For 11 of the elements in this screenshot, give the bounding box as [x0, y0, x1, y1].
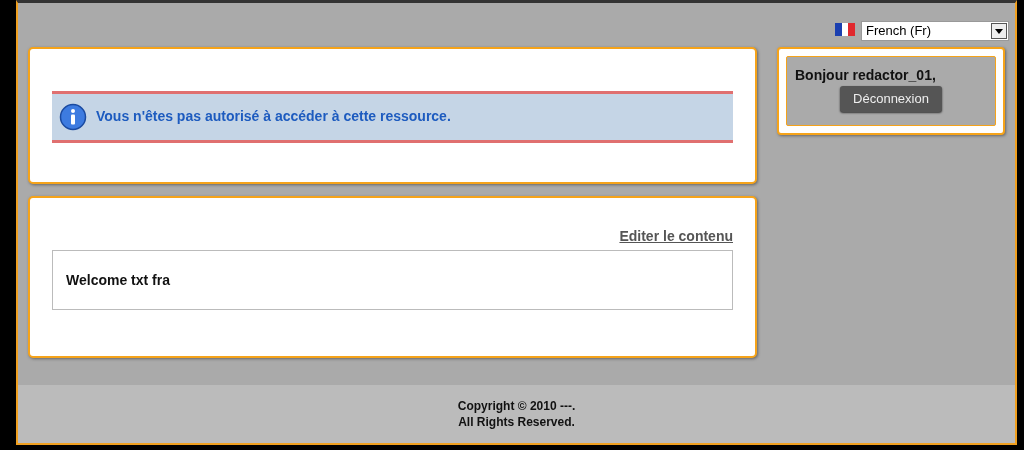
caret-icon [995, 28, 1003, 34]
copyright-text: All Rights Reserved. [458, 414, 575, 430]
info-icon [59, 102, 87, 131]
greeting-text: Bonjour redactor_01, [795, 66, 937, 85]
language-dropdown[interactable]: French (Fr) [861, 21, 1009, 41]
copyright-text: Copyright © 2010 ---. [457, 398, 576, 414]
edit-content-link[interactable]: Editer le contenu [619, 226, 733, 247]
logout-button[interactable]: Déconnexion [840, 86, 942, 112]
flag-icon [835, 23, 855, 36]
welcome-text: Welcome txt fra [66, 270, 170, 290]
alert-message: Vous n'êtes pas autorisé à accéder à cette ressource. [96, 107, 451, 126]
